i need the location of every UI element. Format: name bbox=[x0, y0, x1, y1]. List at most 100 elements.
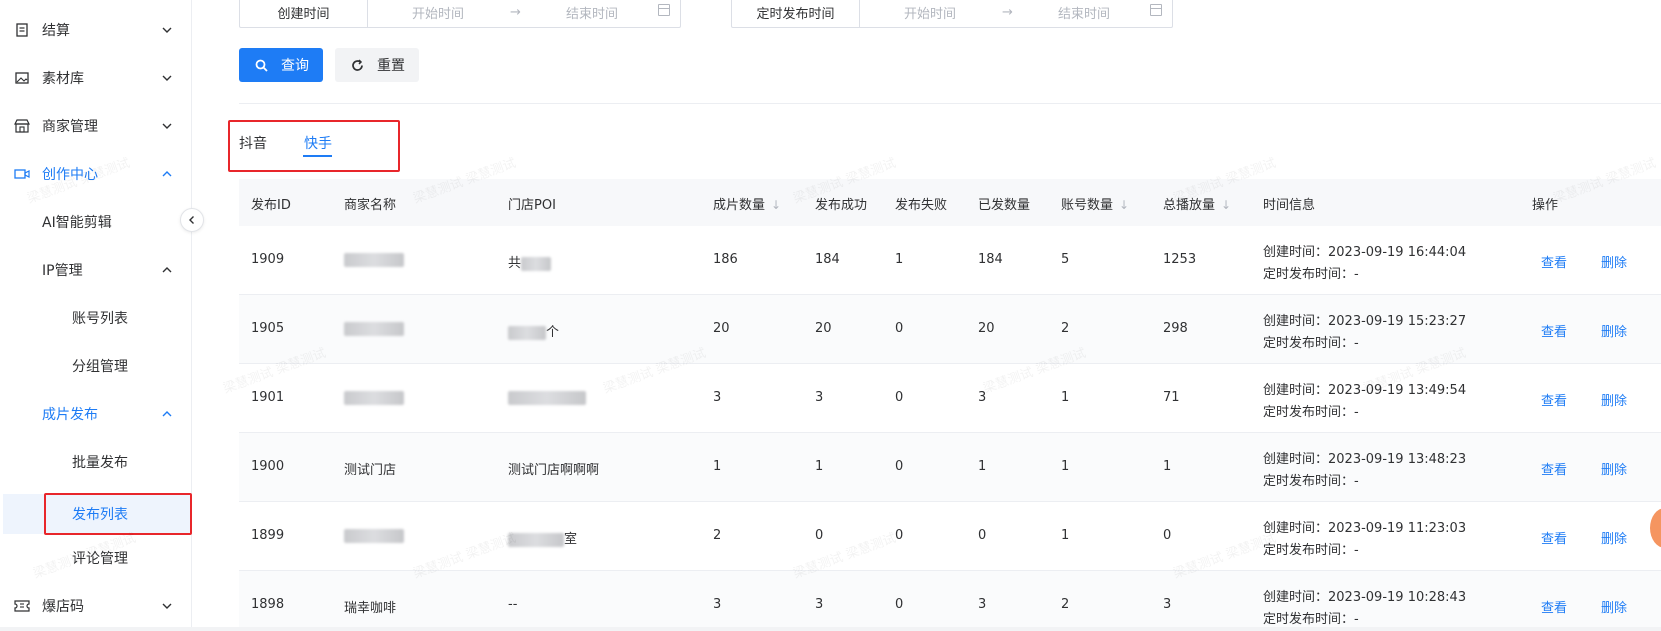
cell-success: 20 bbox=[815, 321, 832, 336]
sidebar-item-creation-center[interactable]: 创作中心 bbox=[0, 154, 192, 194]
cell-accounts: 2 bbox=[1061, 597, 1070, 612]
view-link[interactable]: 查看 bbox=[1541, 528, 1567, 547]
delete-link[interactable]: 删除 bbox=[1601, 321, 1627, 340]
cell-clips: 3 bbox=[713, 390, 722, 405]
cell-accounts: 1 bbox=[1061, 390, 1070, 405]
cell-plays: 298 bbox=[1163, 321, 1188, 336]
cell-merchant-redacted bbox=[344, 390, 404, 405]
cell-plays: 1 bbox=[1163, 459, 1172, 474]
chevron-up-icon bbox=[162, 267, 172, 273]
view-link[interactable]: 查看 bbox=[1541, 597, 1567, 616]
cell-poi bbox=[508, 390, 586, 405]
query-button-label: 查询 bbox=[281, 58, 309, 74]
cell-poi: -- bbox=[508, 597, 517, 612]
sidebar-item-account-list[interactable]: 账号列表 bbox=[0, 298, 192, 338]
cell-id: 1909 bbox=[251, 252, 285, 267]
scheduled-start-input[interactable]: 开始时间 bbox=[904, 3, 956, 22]
view-link[interactable]: 查看 bbox=[1541, 321, 1567, 340]
cell-created-time: 创建时间：2023-09-19 10:28:43 bbox=[1263, 590, 1467, 605]
scheduled-time-range-picker[interactable]: 定时发布时间 开始时间 → 结束时间 bbox=[731, 0, 1173, 28]
table-row: 1909 共 186 184 1 184 5 1253 创建时间：2023-09-19 16:4… bbox=[239, 226, 1661, 295]
table-row: 1899 室 2 0 0 0 1 0 创建时间：2023-09-19 11:23:03 定时发布时… bbox=[239, 502, 1661, 571]
column-header-sortable[interactable]: 账号数量 ↓ bbox=[1061, 194, 1129, 213]
cell-failed: 0 bbox=[895, 459, 904, 474]
delete-link[interactable]: 删除 bbox=[1601, 597, 1627, 616]
sidebar-collapse-button[interactable] bbox=[180, 208, 204, 232]
sidebar-item-merchants[interactable]: 商家管理 bbox=[0, 106, 192, 146]
column-header-sortable[interactable]: 总播放量 ↓ bbox=[1163, 194, 1231, 213]
created-time-range-picker[interactable]: 创建时间 开始时间 → 结束时间 bbox=[239, 0, 681, 28]
sidebar-item-comment-management[interactable]: 评论管理 bbox=[0, 538, 192, 578]
chevron-up-icon bbox=[162, 411, 172, 417]
cell-merchant-redacted bbox=[344, 528, 404, 543]
sidebar-item-group-management[interactable]: 分组管理 bbox=[0, 346, 192, 386]
cell-id: 1900 bbox=[251, 459, 285, 474]
delete-link[interactable]: 删除 bbox=[1601, 390, 1627, 409]
sidebar-item-label: 爆店码 bbox=[42, 599, 84, 615]
redacted-block bbox=[344, 390, 404, 405]
cell-clips: 2 bbox=[713, 528, 722, 543]
created-end-input[interactable]: 结束时间 bbox=[566, 3, 618, 22]
cell-failed: 1 bbox=[895, 252, 904, 267]
query-button[interactable]: 查询 bbox=[239, 48, 323, 82]
cell-merchant-redacted bbox=[344, 321, 404, 336]
cell-id: 1905 bbox=[251, 321, 285, 336]
redacted-block bbox=[344, 528, 404, 543]
cell-sent: 3 bbox=[978, 597, 987, 612]
table-row: 1901 3 3 0 3 1 71 创建时间：2023-09-19 13:49:54 定时发布时… bbox=[239, 364, 1661, 433]
search-icon bbox=[255, 59, 268, 72]
sidebar-item-ai-editing[interactable]: AI智能剪辑 bbox=[0, 202, 192, 242]
cell-merchant: 测试门店 bbox=[344, 463, 397, 478]
cell-text: 室 bbox=[564, 532, 578, 547]
chevron-down-icon bbox=[162, 603, 172, 609]
scheduled-end-input[interactable]: 结束时间 bbox=[1058, 3, 1110, 22]
tab-kuaishou[interactable]: 快手 bbox=[304, 133, 332, 153]
sort-arrow-icon: ↓ bbox=[1221, 198, 1232, 212]
view-link[interactable]: 查看 bbox=[1541, 459, 1567, 478]
cell-accounts: 1 bbox=[1061, 459, 1070, 474]
filter-divider bbox=[239, 103, 1661, 104]
sidebar-item-batch-publish[interactable]: 批量发布 bbox=[0, 442, 192, 482]
column-header-sortable[interactable]: 成片数量 ↓ bbox=[713, 194, 781, 213]
reset-button[interactable]: 重置 bbox=[335, 48, 419, 82]
cell-poi: 个 bbox=[508, 321, 559, 340]
image-icon bbox=[14, 70, 30, 86]
cell-clips: 20 bbox=[713, 321, 730, 336]
horizontal-scrollbar[interactable] bbox=[0, 627, 1661, 631]
tab-douyin[interactable]: 抖音 bbox=[239, 133, 267, 153]
cell-clips: 3 bbox=[713, 597, 722, 612]
sidebar-item-label: 素材库 bbox=[42, 71, 84, 87]
view-link[interactable]: 查看 bbox=[1541, 252, 1567, 271]
cell-scheduled-time: 定时发布时间：- bbox=[1263, 474, 1359, 489]
delete-link[interactable]: 删除 bbox=[1601, 252, 1627, 271]
cell-failed: 0 bbox=[895, 528, 904, 543]
cell-id: 1901 bbox=[251, 390, 285, 405]
delete-link[interactable]: 删除 bbox=[1601, 459, 1627, 478]
cell-success: 0 bbox=[815, 528, 824, 543]
sidebar-item-store-code[interactable]: 爆店码 bbox=[0, 586, 192, 626]
cell-merchant: 瑞幸咖啡 bbox=[344, 601, 397, 616]
sidebar-item-materials[interactable]: 素材库 bbox=[0, 58, 192, 98]
redacted-block bbox=[508, 532, 564, 547]
chevron-down-icon bbox=[162, 27, 172, 33]
sidebar-item-label: 批量发布 bbox=[72, 455, 128, 471]
cell-created-time: 创建时间：2023-09-19 11:23:03 bbox=[1263, 521, 1467, 536]
refresh-icon bbox=[352, 59, 363, 71]
sidebar-item-label: 商家管理 bbox=[42, 119, 98, 135]
cell-created-time: 创建时间：2023-09-19 13:48:23 bbox=[1263, 452, 1467, 467]
document-icon bbox=[14, 22, 30, 38]
cell-success: 184 bbox=[815, 252, 840, 267]
sort-arrow-icon: ↓ bbox=[1119, 198, 1130, 212]
store-icon bbox=[14, 118, 30, 134]
sidebar-item-ip-management[interactable]: IP管理 bbox=[0, 250, 192, 290]
sidebar-item-settlement[interactable]: 结算 bbox=[0, 10, 192, 50]
view-link[interactable]: 查看 bbox=[1541, 390, 1567, 409]
sidebar-item-video-publishing[interactable]: 成片发布 bbox=[0, 394, 192, 434]
video-icon bbox=[14, 166, 30, 182]
created-start-input[interactable]: 开始时间 bbox=[412, 3, 464, 22]
sidebar-item-label: 结算 bbox=[42, 23, 70, 39]
sort-arrow-icon: ↓ bbox=[771, 198, 782, 212]
delete-link[interactable]: 删除 bbox=[1601, 528, 1627, 547]
cell-clips: 1 bbox=[713, 459, 722, 474]
scheduled-time-label: 定时发布时间 bbox=[732, 0, 860, 27]
